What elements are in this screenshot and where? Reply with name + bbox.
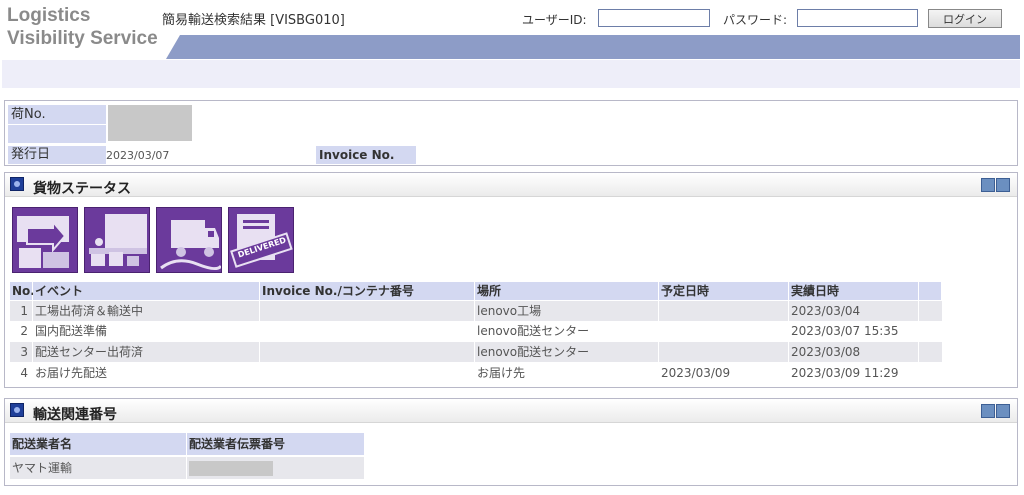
password-label: パスワード:	[723, 13, 788, 27]
shipment-info-panel: 荷No. 発行日 2023/03/07 Invoice No.	[4, 100, 1018, 166]
delivered-icon: DELIVERED	[228, 207, 294, 273]
cell-actual: 2023/03/04	[791, 304, 861, 318]
col-scheduled: 予定日時	[659, 282, 788, 300]
col-carrier: 配送業者名	[10, 433, 186, 455]
col-actual: 実績日時	[789, 282, 918, 300]
cell-event: お届け先配送	[35, 366, 108, 380]
cell-no: 3	[20, 345, 28, 359]
section-bullet-icon	[10, 403, 24, 417]
cell-actual: 2023/03/09 11:29	[791, 366, 899, 380]
cargo-status-header: 貨物ステータス	[5, 173, 1017, 197]
slip-number-redacted	[189, 461, 273, 476]
transport-numbers-header: 輸送関連番号	[5, 399, 1017, 423]
domestic-delivery-prep-icon	[84, 207, 150, 273]
subheader-band	[2, 60, 1020, 88]
cell-no: 4	[20, 366, 28, 380]
panel-toggle-icon[interactable]	[981, 404, 1011, 418]
cell-event: 配送センター出荷済	[35, 345, 144, 359]
col-no: No.	[10, 282, 35, 300]
cell-location: lenovo配送センター	[477, 324, 590, 338]
cell-location: お届け先	[477, 366, 526, 380]
cell-scheduled	[659, 301, 788, 321]
cell-no: 1	[20, 304, 28, 318]
issue-date-value: 2023/03/07	[106, 149, 170, 162]
user-id-label: ユーザーID:	[522, 13, 587, 27]
invoice-no-label: Invoice No.	[316, 146, 416, 164]
app-logo: Logistics Visibility Service	[4, 2, 164, 64]
cell-actual: 2023/03/08	[791, 345, 861, 359]
header-band	[166, 35, 1020, 59]
cell-event: 国内配送準備	[35, 324, 108, 338]
cell-scheduled	[659, 342, 788, 362]
section-bullet-icon	[10, 177, 24, 191]
logo-line2: Visibility Service	[7, 28, 158, 49]
cell-invoice	[260, 321, 474, 341]
delivery-truck-icon	[156, 207, 222, 273]
cargo-status-title: 貨物ステータス	[33, 181, 131, 197]
cargo-no-label: 荷No.	[8, 105, 106, 124]
password-input[interactable]	[797, 9, 918, 27]
cell-location: lenovo配送センター	[477, 345, 590, 359]
cargo-no-label-extra	[8, 125, 106, 143]
col-event: イベント	[33, 282, 259, 300]
cell-invoice	[260, 363, 474, 383]
cell-invoice	[260, 342, 474, 362]
col-slip-number: 配送業者伝票番号	[187, 433, 364, 455]
col-location: 場所	[475, 282, 658, 300]
transport-numbers-title: 輸送関連番号	[33, 407, 117, 423]
col-extra	[919, 282, 941, 300]
cell-location: lenovo工場	[477, 304, 542, 318]
cell-scheduled: 2023/03/09	[661, 366, 731, 380]
cargo-no-value-redacted	[108, 105, 192, 141]
cell-event: 工場出荷済＆輸送中	[35, 304, 144, 318]
factory-shipping-icon	[12, 207, 78, 273]
cell-actual: 2023/03/07 15:35	[791, 324, 899, 338]
page-title: 簡易輸送検索結果 [VISBG010]	[162, 13, 345, 28]
panel-toggle-icon[interactable]	[981, 178, 1011, 192]
user-id-input[interactable]	[598, 9, 710, 27]
login-button[interactable]: ログイン	[928, 9, 1002, 28]
cell-scheduled	[659, 321, 788, 341]
cell-invoice	[260, 301, 474, 321]
cell-no: 2	[20, 324, 28, 338]
col-invoice: Invoice No./コンテナ番号	[260, 282, 474, 300]
logo-line1: Logistics	[7, 5, 91, 26]
cell-carrier: ヤマト運輸	[12, 461, 73, 475]
issue-date-label: 発行日	[8, 146, 106, 164]
